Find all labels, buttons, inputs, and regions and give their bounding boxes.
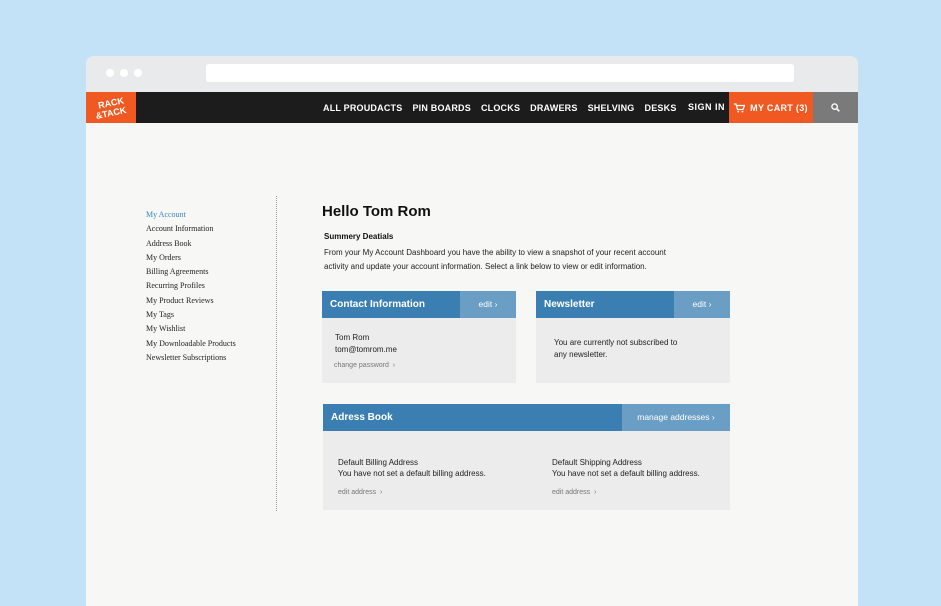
newsletter-title: Newsletter xyxy=(544,299,595,310)
newsletter-status: You are currently not subscribed to any … xyxy=(554,338,678,359)
contact-information-panel: Contact Information edit › Tom Rom tom@t… xyxy=(322,291,516,383)
summary-title: Summery Deatials xyxy=(324,232,394,241)
chevron-right-icon: › xyxy=(494,299,498,309)
chevron-right-icon: › xyxy=(594,489,597,496)
address-bar[interactable] xyxy=(206,64,794,82)
contact-edit-label: edit xyxy=(478,299,493,309)
nav-link-clocks[interactable]: CLOCKS xyxy=(481,103,520,113)
contact-information-header: Contact Information edit › xyxy=(322,291,516,318)
newsletter-edit-label: edit xyxy=(692,299,707,309)
chevron-right-icon: › xyxy=(380,489,383,496)
newsletter-panel: Newsletter edit › You are currently not … xyxy=(536,291,730,383)
search-icon xyxy=(831,103,840,112)
sidebar-item-my-tags[interactable]: My Tags xyxy=(146,308,236,322)
cart-label: MY CART (3) xyxy=(750,102,808,113)
nav-link-all-products[interactable]: ALL PROUDACTS xyxy=(323,103,402,113)
edit-billing-address-link[interactable]: edit address › xyxy=(338,489,382,496)
nav-links: ALL PROUDACTS PIN BOARDS CLOCKS DRAWERS … xyxy=(323,92,677,123)
sign-in-link[interactable]: SIGN IN xyxy=(688,92,725,123)
newsletter-header: Newsletter edit › xyxy=(536,291,730,318)
cart-button[interactable]: MY CART (3) xyxy=(729,92,813,123)
browser-window: RACK &TACK ALL PROUDACTS PIN BOARDS CLOC… xyxy=(86,56,858,606)
nav-link-shelving[interactable]: SHELVING xyxy=(588,103,635,113)
chevron-right-icon: › xyxy=(392,362,396,369)
page-title: Hello Tom Rom xyxy=(322,203,431,220)
nav-link-drawers[interactable]: DRAWERS xyxy=(530,103,577,113)
default-billing-text: You have not set a default billing addre… xyxy=(338,469,486,478)
edit-billing-address-label: edit address xyxy=(338,489,377,496)
newsletter-edit-button[interactable]: edit › xyxy=(674,291,730,318)
manage-addresses-label: manage addresses xyxy=(637,412,710,422)
edit-shipping-address-label: edit address xyxy=(552,489,591,496)
brand-logo[interactable]: RACK &TACK xyxy=(86,92,136,123)
default-shipping-text: You have not set a default billing addre… xyxy=(552,469,700,478)
change-password-label: change password xyxy=(334,362,389,369)
address-book-header: Adress Book manage addresses › xyxy=(323,404,730,431)
account-sidebar: My Account Account Information Address B… xyxy=(146,208,236,365)
sidebar-item-downloadable-products[interactable]: My Downloadable Products xyxy=(146,337,236,351)
sidebar-item-recurring-profiles[interactable]: Recurring Profiles xyxy=(146,279,236,293)
contact-edit-button[interactable]: edit › xyxy=(460,291,516,318)
sidebar-divider xyxy=(276,196,277,511)
contact-email: tom@tomrom.me xyxy=(335,345,397,354)
change-password-link[interactable]: change password › xyxy=(334,362,395,369)
sidebar-item-newsletter-subscriptions[interactable]: Newsletter Subscriptions xyxy=(146,351,236,365)
window-dot[interactable] xyxy=(134,69,142,77)
chevron-right-icon: › xyxy=(708,299,712,309)
address-book-panel: Adress Book manage addresses › Default B… xyxy=(323,404,730,510)
cart-icon xyxy=(734,102,746,112)
sidebar-item-product-reviews[interactable]: My Product Reviews xyxy=(146,294,236,308)
search-button[interactable] xyxy=(813,92,858,123)
top-nav: RACK &TACK ALL PROUDACTS PIN BOARDS CLOC… xyxy=(86,92,858,123)
window-dot[interactable] xyxy=(106,69,114,77)
window-dot[interactable] xyxy=(120,69,128,77)
sidebar-item-my-wishlist[interactable]: My Wishlist xyxy=(146,322,236,336)
browser-chrome xyxy=(86,56,858,92)
contact-information-title: Contact Information xyxy=(330,299,425,310)
sidebar-item-account-information[interactable]: Account Information xyxy=(146,222,236,236)
summary-text: From your My Account Dashboard you have … xyxy=(324,248,666,271)
sidebar-item-address-book[interactable]: Address Book xyxy=(146,237,236,251)
edit-shipping-address-link[interactable]: edit address › xyxy=(552,489,596,496)
nav-link-pin-boards[interactable]: PIN BOARDS xyxy=(412,103,471,113)
sidebar-item-my-orders[interactable]: My Orders xyxy=(146,251,236,265)
nav-link-desks[interactable]: DESKS xyxy=(645,103,677,113)
chevron-right-icon: › xyxy=(711,412,715,422)
address-book-title: Adress Book xyxy=(331,412,393,423)
manage-addresses-button[interactable]: manage addresses › xyxy=(622,404,730,431)
sidebar-item-my-account[interactable]: My Account xyxy=(146,208,236,222)
sidebar-item-billing-agreements[interactable]: Billing Agreements xyxy=(146,265,236,279)
contact-name: Tom Rom xyxy=(335,333,370,342)
